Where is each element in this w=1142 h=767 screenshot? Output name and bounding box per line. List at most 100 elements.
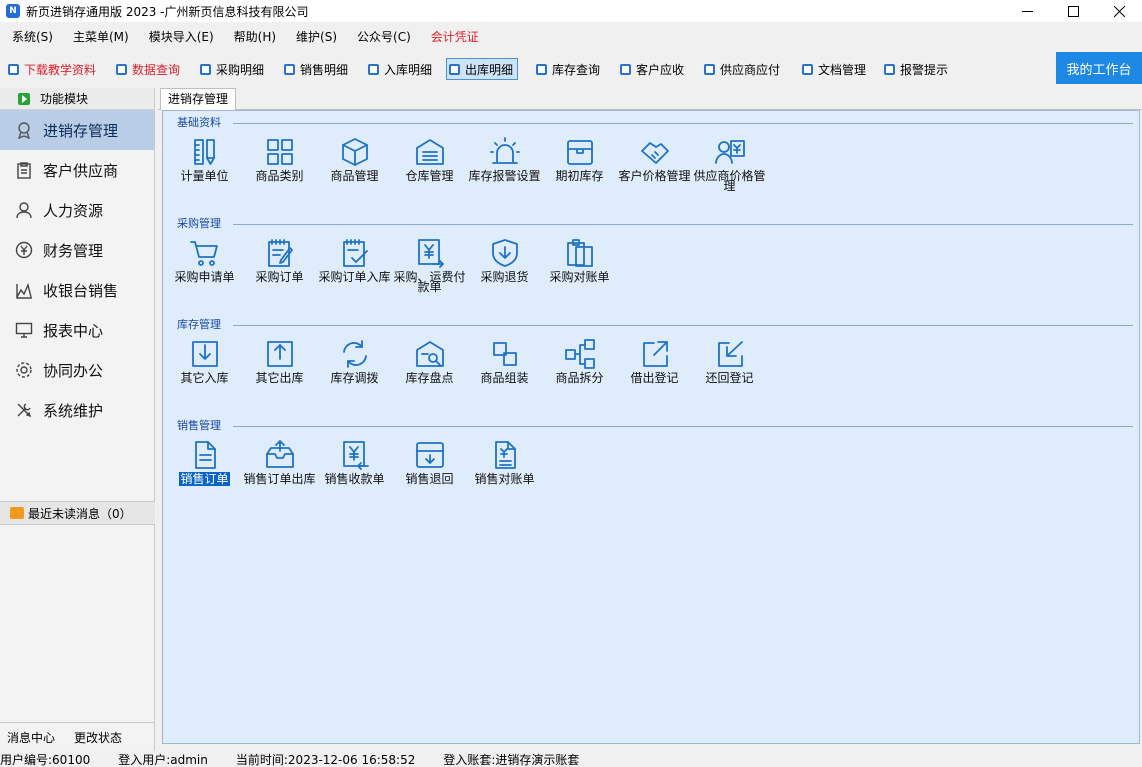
current-time: 当前时间:2023-12-06 16:58:52 <box>235 753 416 767</box>
module-tile-2-3[interactable]: 库存盘点 <box>392 337 467 385</box>
message-center-link[interactable]: 消息中心 <box>7 729 55 746</box>
transfer-icon <box>342 340 367 368</box>
toolbar-button-4[interactable]: 入库明细 <box>366 58 436 80</box>
toolbar-button-6[interactable]: 库存查询 <box>534 58 604 80</box>
menu-item-4[interactable]: 维护(S) <box>286 26 347 48</box>
module-tile-0-7[interactable]: 供应商价格管理 <box>692 135 767 193</box>
inventory-check-icon <box>415 341 444 367</box>
clipboard-icon <box>17 162 31 179</box>
module-tile-0-1[interactable]: 商品类别 <box>242 135 317 182</box>
module-tile-label: 采购订单入库 <box>318 270 391 284</box>
app-icon: N <box>6 4 20 18</box>
toolbar-button-10[interactable]: 报警提示 <box>882 58 952 80</box>
group-divider <box>233 325 1133 326</box>
module-tile-1-2[interactable]: 采购订单入库 <box>317 236 392 284</box>
module-tile-label: 采购、运费付款单 <box>393 270 466 294</box>
group-title: 基础资料 <box>177 116 224 130</box>
module-tile-2-2[interactable]: 库存调拨 <box>317 337 392 385</box>
group-title: 库存管理 <box>177 318 224 332</box>
maximize-button[interactable] <box>1050 0 1096 22</box>
module-tile-0-0[interactable]: 计量单位 <box>167 135 242 182</box>
module-tile-3-2[interactable]: 销售收款单 <box>317 438 392 485</box>
sidebar-item-label: 人力资源 <box>43 201 104 220</box>
status-bar: 用户编号:60100 登入用户:admin 当前时间:2023-12-06 16… <box>0 751 1142 767</box>
toolbar-button-9[interactable]: 文档管理 <box>800 58 870 80</box>
module-tile-label: 库存调拨 <box>330 371 379 385</box>
toolbar-button-label: 数据查询 <box>132 62 181 77</box>
warehouse-icon <box>415 139 444 165</box>
menu-item-6[interactable]: 会计凭证 <box>421 26 489 48</box>
toolbar-button-2[interactable]: 采购明细 <box>198 58 268 80</box>
sidebar-item-0[interactable]: 进销存管理 <box>0 110 154 150</box>
module-tile-label: 商品组装 <box>480 371 529 385</box>
checkbox-icon <box>802 63 813 75</box>
my-workbench-button[interactable]: 我的工作台 <box>1056 52 1142 84</box>
sidebar-item-6[interactable]: 协同办公 <box>0 350 154 390</box>
checkbox-icon <box>620 63 631 75</box>
module-tile-2-6[interactable]: 借出登记 <box>617 337 692 384</box>
module-tile-1-0[interactable]: 采购申请单 <box>167 236 242 283</box>
module-tile-2-1[interactable]: 其它出库 <box>242 337 317 384</box>
ruler-icon <box>193 139 215 165</box>
module-tile-2-7[interactable]: 还回登记 <box>692 337 767 384</box>
group-divider <box>233 123 1133 124</box>
close-icon <box>1113 5 1125 17</box>
sales-order-icon <box>194 441 216 469</box>
module-tile-0-2[interactable]: 商品管理 <box>317 135 392 183</box>
inbound-icon <box>191 341 218 367</box>
close-button[interactable] <box>1096 0 1142 22</box>
module-tile-label: 供应商价格管理 <box>693 169 766 193</box>
sidebar-item-4[interactable]: 收银台销售 <box>0 270 154 310</box>
module-tile-label: 库存报警设置 <box>468 169 541 183</box>
module-tile-label: 期初库存 <box>555 169 604 183</box>
module-tile-0-6[interactable]: 客户价格管理 <box>617 135 692 182</box>
module-tile-3-3[interactable]: 销售退回 <box>392 438 467 485</box>
toolbar-button-5[interactable]: 出库明细 <box>446 58 519 80</box>
sidebar-item-1[interactable]: 客户供应商 <box>0 150 154 190</box>
module-tile-label: 库存盘点 <box>405 371 454 385</box>
module-tile-2-0[interactable]: 其它入库 <box>167 337 242 384</box>
menu-item-2[interactable]: 模块导入(E) <box>139 26 224 48</box>
unread-label: 最近未读消息（0） <box>28 506 132 521</box>
module-tile-2-4[interactable]: 商品组装 <box>467 337 542 385</box>
menu-item-3[interactable]: 帮助(H) <box>224 26 286 48</box>
toolbar-button-3[interactable]: 销售明细 <box>282 58 352 80</box>
module-tile-1-4[interactable]: 采购退货 <box>467 236 542 283</box>
sidebar-item-3[interactable]: 财务管理 <box>0 230 154 270</box>
order-check-icon <box>342 239 368 267</box>
sidebar-item-label: 财务管理 <box>43 241 104 260</box>
sidebar-item-2[interactable]: 人力资源 <box>0 190 154 230</box>
menu-item-0[interactable]: 系统(S) <box>0 26 63 48</box>
module-group-3: 销售管理 销售订单 销售订单出库 销售收款单 销售退回 销售对账单 <box>163 419 1141 519</box>
menu-item-1[interactable]: 主菜单(M) <box>63 26 139 48</box>
toolbar-button-1[interactable]: 数据查询 <box>114 58 184 80</box>
payment-icon <box>417 239 444 268</box>
module-tile-1-5[interactable]: 采购对账单 <box>542 236 617 283</box>
module-tile-3-4[interactable]: 销售对账单 <box>467 438 542 485</box>
module-tile-label: 商品管理 <box>330 169 379 183</box>
toolbar-button-0[interactable]: 下载教学资料 <box>6 58 100 80</box>
minimize-button[interactable] <box>1004 0 1050 22</box>
tools-icon <box>17 403 32 418</box>
module-tile-0-4[interactable]: 库存报警设置 <box>467 135 542 183</box>
module-tile-2-5[interactable]: 商品拆分 <box>542 337 617 384</box>
sidebar-item-5[interactable]: 报表中心 <box>0 310 154 350</box>
toolbar-button-label: 下载教学资料 <box>24 62 97 77</box>
module-group-0: 基础资料计量单位 商品类别 商品管理 仓库管理 库存报警设置 期初库存 客户价格管理 供应商价… <box>163 116 1141 216</box>
module-tile-3-1[interactable]: 销售订单出库 <box>242 438 317 485</box>
module-tile-0-3[interactable]: 仓库管理 <box>392 135 467 182</box>
sidebar-item-label: 协同办公 <box>43 361 104 380</box>
change-status-link[interactable]: 更改状态 <box>74 729 122 746</box>
module-tile-1-3[interactable]: 采购、运费付款单 <box>392 236 467 294</box>
receipt-icon <box>342 441 369 470</box>
unread-messages-bar[interactable]: 最近未读消息（0） <box>0 501 155 525</box>
toolbar-button-7[interactable]: 客户应收 <box>618 58 688 80</box>
return-shield-icon <box>491 239 518 267</box>
module-tile-0-5[interactable]: 期初库存 <box>542 135 617 183</box>
toolbar-button-8[interactable]: 供应商应付 <box>702 58 784 80</box>
tab-inventory-management[interactable]: 进销存管理 <box>160 88 237 110</box>
module-tile-3-0[interactable]: 销售订单 <box>167 438 242 486</box>
sidebar-item-7[interactable]: 系统维护 <box>0 390 154 430</box>
module-tile-1-1[interactable]: 采购订单 <box>242 236 317 283</box>
menu-item-5[interactable]: 公众号(C) <box>347 26 421 48</box>
